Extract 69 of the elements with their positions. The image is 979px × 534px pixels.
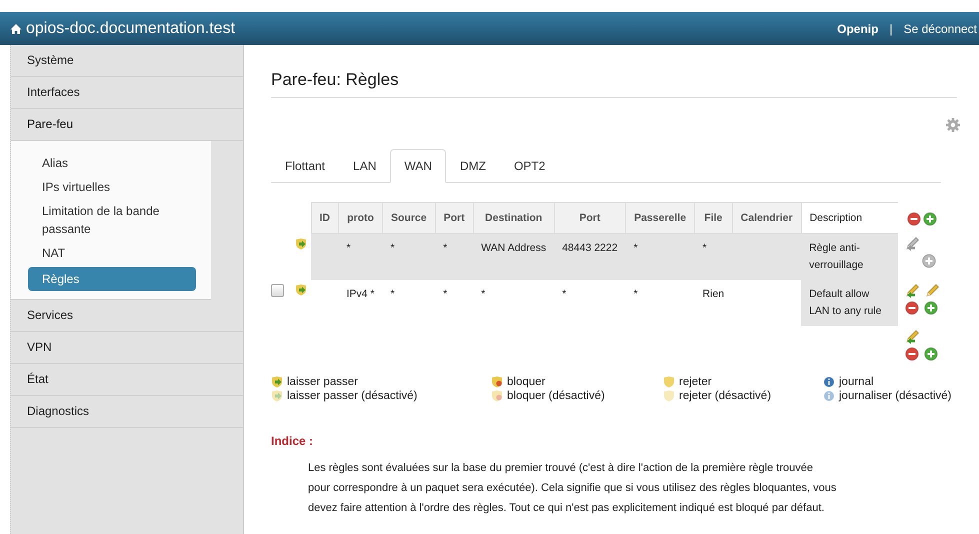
page-title: Pare-feu: Règles bbox=[271, 45, 957, 98]
column-header: Port bbox=[554, 202, 626, 234]
submenu-item[interactable]: Limitation de la bande passante bbox=[28, 199, 196, 241]
legend-label: rejeter (désactivé) bbox=[679, 390, 772, 402]
table-cell-text: IPv4 * bbox=[346, 287, 375, 302]
edit-icon[interactable] bbox=[924, 282, 940, 298]
column-header: ID bbox=[311, 202, 338, 234]
legend-label: journal bbox=[839, 376, 874, 388]
legend-label: bloquer (désactivé) bbox=[507, 390, 605, 402]
edit-copy-icon[interactable] bbox=[904, 328, 920, 344]
user-link[interactable]: Openip bbox=[837, 22, 878, 36]
column-header: File bbox=[694, 202, 732, 234]
table-cell: * bbox=[634, 242, 638, 254]
submenu-item[interactable]: Règles bbox=[28, 267, 196, 291]
column-header: Passerelle bbox=[626, 202, 695, 234]
table-cell: * bbox=[634, 288, 638, 300]
home-icon bbox=[10, 22, 22, 34]
legend-label: laisser passer bbox=[287, 376, 358, 388]
column-header: proto bbox=[338, 202, 383, 234]
column-header: Source bbox=[382, 202, 436, 234]
sidebar-item[interactable]: Système bbox=[11, 45, 243, 77]
table-cell: * bbox=[702, 242, 707, 254]
add-icon[interactable] bbox=[922, 254, 936, 268]
remove-icon[interactable] bbox=[904, 346, 919, 360]
table-cell-text: * bbox=[390, 241, 395, 256]
column-header: Port bbox=[435, 202, 474, 234]
sidebar-item[interactable]: Services bbox=[11, 300, 243, 332]
rule-description: Default allow LAN to any rule bbox=[809, 288, 882, 317]
submenu-item[interactable]: NAT bbox=[28, 241, 196, 265]
separator: | bbox=[889, 22, 893, 36]
legend-label: rejeter bbox=[679, 376, 712, 388]
tab[interactable]: DMZ bbox=[446, 149, 500, 183]
sidebar-item[interactable]: Interfaces bbox=[11, 77, 243, 109]
sidebar-item[interactable]: VPN bbox=[11, 332, 243, 364]
tab[interactable]: Flottant bbox=[271, 149, 340, 183]
table-cell: 48443 2222 bbox=[562, 242, 618, 254]
pass-rule-icon bbox=[295, 284, 307, 296]
column-header: Destination bbox=[473, 202, 554, 234]
settings-icon[interactable] bbox=[945, 117, 961, 133]
edit-copy-icon[interactable] bbox=[904, 236, 920, 252]
remove-icon[interactable] bbox=[904, 300, 919, 314]
table-cell-text: * bbox=[346, 241, 351, 256]
hint-text: Les règles sont évaluées sur la base du premier trouvé (c'est à dire l'action de la première règle trouvée pour correspondre à un paquet sera exécutée). Cela signifie que si vous utilisez des règles bloquantes, vous devez faire attention à l'ordre des règles. Tout ce qui n'est pas explicitement indiqué est bloqué par défaut. bbox=[308, 461, 838, 516]
legend-label: journaliser (désactivé) bbox=[839, 390, 952, 402]
logout-link[interactable]: Se déconnect bbox=[904, 22, 977, 36]
legend-label: laisser passer (désactivé) bbox=[287, 390, 418, 402]
hint-title: Indice : bbox=[271, 434, 314, 448]
table-cell: * bbox=[443, 288, 448, 300]
pass-rule-icon bbox=[295, 238, 307, 250]
column-header: Calendrier bbox=[732, 202, 802, 234]
remove-icon[interactable] bbox=[907, 212, 922, 226]
legend-label: bloquer bbox=[507, 376, 546, 388]
column-header: Description bbox=[801, 202, 898, 234]
submenu-item[interactable]: Alias bbox=[28, 151, 196, 175]
sidebar-item[interactable]: État bbox=[11, 364, 243, 396]
tab[interactable]: LAN bbox=[339, 149, 390, 183]
table-cell: Rien bbox=[702, 288, 724, 300]
rule-description: Règle anti-verrouillage bbox=[809, 242, 864, 271]
tab[interactable]: WAN bbox=[390, 149, 446, 183]
table-cell-text: * bbox=[390, 287, 395, 302]
submenu-item[interactable]: IPs virtuelles bbox=[28, 175, 196, 199]
table-cell: * bbox=[481, 288, 486, 300]
sidebar-item[interactable]: Diagnostics bbox=[11, 396, 243, 428]
table-cell: * bbox=[443, 242, 448, 254]
tab[interactable]: OPT2 bbox=[500, 149, 560, 183]
row-checkbox[interactable] bbox=[271, 284, 284, 297]
table-cell: WAN Address bbox=[481, 242, 546, 254]
table-cell: * bbox=[562, 288, 566, 300]
edit-copy-icon[interactable] bbox=[904, 282, 920, 298]
